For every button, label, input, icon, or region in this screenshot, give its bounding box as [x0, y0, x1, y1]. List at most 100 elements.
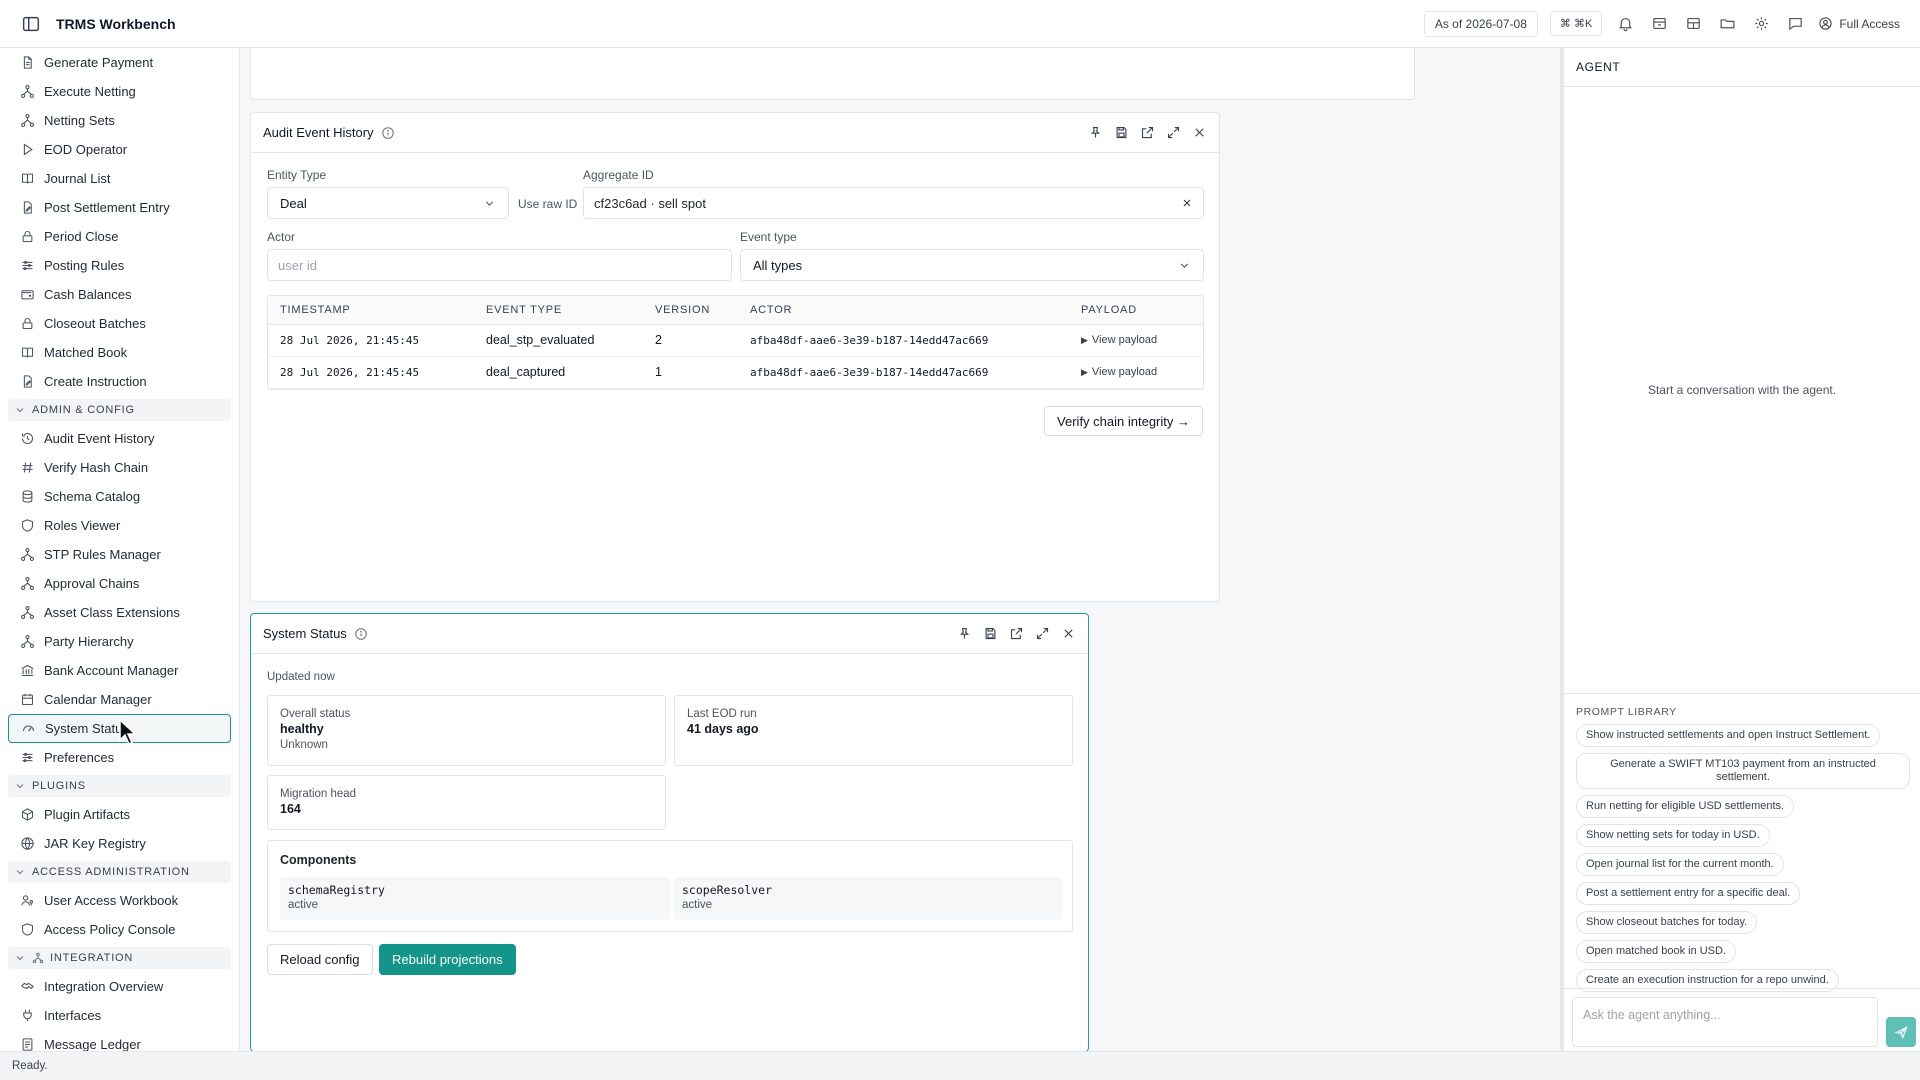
sidebar-item-stp-rules-manager[interactable]: STP Rules Manager: [8, 540, 231, 569]
rebuild-projections-button[interactable]: Rebuild projections: [379, 944, 516, 975]
gear-icon[interactable]: [1750, 13, 1772, 35]
sidebar-item-calendar-manager[interactable]: Calendar Manager: [8, 685, 231, 714]
sidebar-item-create-instruction[interactable]: Create Instruction: [8, 367, 231, 396]
sidebar-item-user-access-workbook[interactable]: User Access Workbook: [8, 886, 231, 915]
sidebar-item-bank-account-manager[interactable]: Bank Account Manager: [8, 656, 231, 685]
sidebar-item-schema-catalog[interactable]: Schema Catalog: [8, 482, 231, 511]
app-title: TRMS Workbench: [56, 15, 176, 32]
sidebar-item-cash-balances[interactable]: Cash Balances: [8, 280, 231, 309]
sidebar-item-approval-chains[interactable]: Approval Chains: [8, 569, 231, 598]
prompt-chip[interactable]: Show netting sets for today in USD.: [1576, 824, 1770, 847]
prompt-chip[interactable]: Show closeout batches for today.: [1576, 911, 1758, 934]
prompt-chip[interactable]: Post a settlement entry for a specific d…: [1576, 882, 1801, 905]
sidebar-item-post-settlement-entry[interactable]: Post Settlement Entry: [8, 193, 231, 222]
sidebar-item-asset-class-extensions[interactable]: Asset Class Extensions: [8, 598, 231, 627]
system-status-panel: System Status Updated now Overall status…: [250, 613, 1089, 1051]
chat-icon[interactable]: [1784, 13, 1806, 35]
access-label: Full Access: [1839, 16, 1900, 31]
save-icon[interactable]: [1114, 125, 1129, 140]
sidebar-item-label: Period Close: [44, 229, 119, 244]
as-of-date-button[interactable]: As of 2026-07-08: [1423, 10, 1538, 37]
view-payload-link[interactable]: ▶ View payload: [1081, 334, 1203, 346]
agent-input[interactable]: Ask the agent anything...: [1572, 997, 1878, 1047]
sliders-icon: [22, 260, 33, 271]
section-plugins[interactable]: PLUGINS: [8, 775, 231, 797]
sidebar-item-roles-viewer[interactable]: Roles Viewer: [8, 511, 231, 540]
pin-icon[interactable]: [1088, 125, 1103, 140]
aggregate-id-input[interactable]: cf23c6ad · sell spot: [583, 187, 1204, 219]
send-button[interactable]: [1886, 1017, 1916, 1047]
archive-icon[interactable]: [1648, 13, 1670, 35]
expand-icon[interactable]: [1166, 125, 1181, 140]
layout-icon[interactable]: [1682, 13, 1704, 35]
prompt-chip[interactable]: Generate a SWIFT MT103 payment from an i…: [1576, 753, 1910, 789]
event-type-select[interactable]: All types: [740, 249, 1204, 281]
network-icon: [21, 635, 34, 648]
prompt-chip[interactable]: Show instructed settlements and open Ins…: [1576, 724, 1881, 747]
sidebar-item-eod-operator[interactable]: EOD Operator: [8, 135, 231, 164]
view-payload-link[interactable]: ▶ View payload: [1081, 366, 1203, 378]
sidebar-item-interfaces[interactable]: Interfaces: [8, 1001, 231, 1030]
workspace-canvas: Audit Event History Entity Type Deal Use…: [240, 48, 1560, 1051]
expand-icon[interactable]: [1035, 626, 1050, 641]
close-icon[interactable]: [1061, 626, 1076, 641]
access-level[interactable]: Full Access: [1818, 16, 1900, 31]
sidebar-item-generate-payment[interactable]: Generate Payment: [8, 48, 231, 77]
payload-label: View payload: [1091, 334, 1158, 346]
save-icon[interactable]: [983, 626, 998, 641]
section-admin-config[interactable]: ADMIN & CONFIG: [8, 399, 231, 421]
sidebar-toggle-icon[interactable]: [20, 13, 42, 35]
sidebar-item-integration-overview[interactable]: Integration Overview: [8, 972, 231, 1001]
status-bar: Ready.: [0, 1051, 1920, 1080]
sidebar-item-verify-hash-chain[interactable]: Verify Hash Chain: [8, 453, 231, 482]
external-link-icon[interactable]: [1140, 125, 1155, 140]
sidebar-item-label: Asset Class Extensions: [44, 605, 180, 620]
cell-version: 1: [643, 356, 738, 389]
section-access-administration[interactable]: ACCESS ADMINISTRATION: [8, 861, 231, 883]
clear-icon[interactable]: [1181, 197, 1193, 209]
cell-version: 2: [643, 324, 738, 357]
sidebar-item-netting-sets[interactable]: Netting Sets: [8, 106, 231, 135]
pin-icon[interactable]: [957, 626, 972, 641]
section-label: ADMIN & CONFIG: [32, 404, 135, 416]
sidebar-item-label: Matched Book: [44, 345, 128, 360]
sidebar-item-label: Execute Netting: [44, 84, 136, 99]
sidebar-item-message-ledger[interactable]: Message Ledger: [8, 1030, 231, 1051]
entity-type-select[interactable]: Deal: [267, 187, 509, 219]
payload-label: View payload: [1091, 366, 1158, 378]
info-icon[interactable]: [354, 627, 368, 641]
sidebar-item-label: Message Ledger: [44, 1037, 141, 1051]
info-icon[interactable]: [381, 126, 395, 140]
prompt-chip[interactable]: Open matched book in USD.: [1576, 940, 1737, 963]
sidebar-item-party-hierarchy[interactable]: Party Hierarchy: [8, 627, 231, 656]
reload-config-button[interactable]: Reload config: [267, 944, 373, 975]
close-icon[interactable]: [1192, 125, 1207, 140]
overall-status-card: Overall status healthy Unknown: [267, 695, 666, 766]
prompt-chip[interactable]: Run netting for eligible USD settlements…: [1576, 795, 1795, 818]
network-icon: [21, 85, 34, 98]
sidebar-item-audit-event-history[interactable]: Audit Event History: [8, 424, 231, 453]
cell-payload: ▶ View payload: [1069, 324, 1203, 357]
bell-icon[interactable]: [1614, 13, 1636, 35]
verify-chain-button[interactable]: Verify chain integrity →: [1044, 406, 1203, 436]
section-integration[interactable]: INTEGRATION: [8, 947, 231, 969]
external-link-icon[interactable]: [1009, 626, 1024, 641]
prompt-library: PROMPT LIBRARY Show instructed settlemen…: [1564, 693, 1920, 998]
actor-input[interactable]: user id: [267, 249, 732, 281]
sidebar-item-label: Posting Rules: [44, 258, 125, 273]
table-row[interactable]: 28 Jul 2026, 21:45:45 deal_captured 1 afba4…: [268, 356, 1203, 389]
sidebar-item-period-close[interactable]: Period Close: [8, 222, 231, 251]
sidebar-item-matched-book[interactable]: Matched Book: [8, 338, 231, 367]
command-palette-button[interactable]: ⌘ ⌘K: [1549, 11, 1603, 36]
sidebar-item-plugin-artifacts[interactable]: Plugin Artifacts: [8, 800, 231, 829]
sidebar-item-posting-rules[interactable]: Posting Rules: [8, 251, 231, 280]
sidebar-item-closeout-batches[interactable]: Closeout Batches: [8, 309, 231, 338]
sidebar-item-execute-netting[interactable]: Execute Netting: [8, 77, 231, 106]
sidebar-item-journal-list[interactable]: Journal List: [8, 164, 231, 193]
table-row[interactable]: 28 Jul 2026, 21:45:45 deal_stp_evaluated 2…: [268, 324, 1203, 357]
folder-icon[interactable]: [1716, 13, 1738, 35]
prompt-chip[interactable]: Open journal list for the current month.: [1576, 853, 1784, 876]
sidebar-item-jar-key-registry[interactable]: JAR Key Registry: [8, 829, 231, 858]
use-raw-id-toggle[interactable]: Use raw ID: [518, 197, 577, 211]
sidebar-item-access-policy-console[interactable]: Access Policy Console: [8, 915, 231, 944]
